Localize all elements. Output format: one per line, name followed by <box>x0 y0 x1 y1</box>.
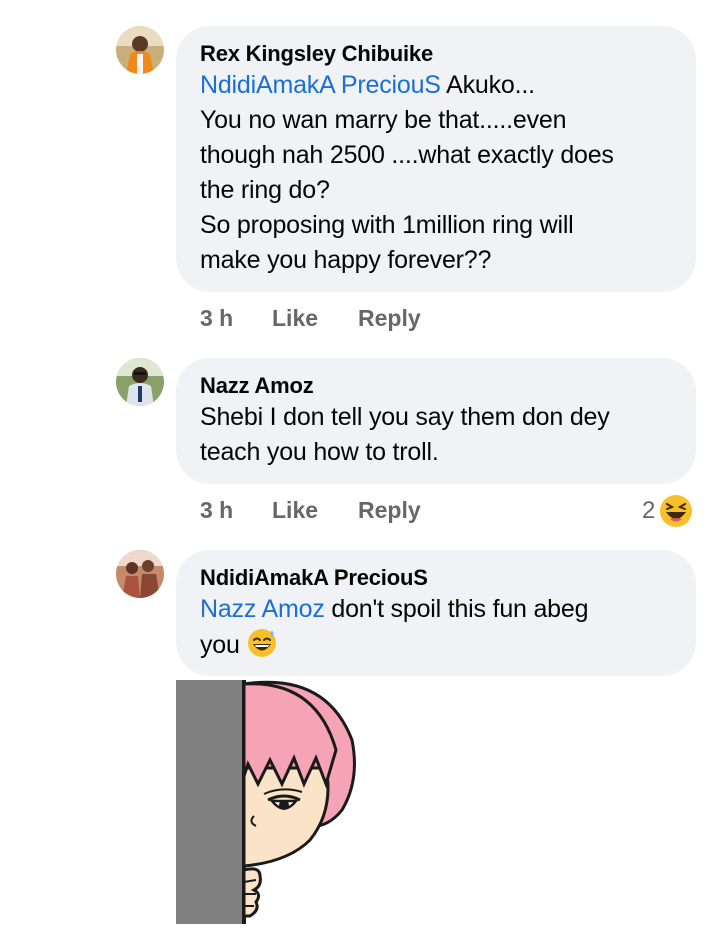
avatar-nazz[interactable] <box>116 358 164 406</box>
like-button[interactable]: Like <box>272 497 358 524</box>
like-button[interactable]: Like <box>272 305 358 332</box>
comment-line: You no wan marry be that.....even <box>200 106 567 134</box>
comment-line: though nah 2500 ....what exactly does <box>200 141 614 169</box>
reply-button[interactable]: Reply <box>358 305 421 332</box>
comment-actions: 3 h Like Reply <box>200 305 421 332</box>
avatar-ndidi[interactable] <box>116 550 164 598</box>
mention-link[interactable]: Nazz Amoz <box>200 595 325 623</box>
sweat-smile-emoji-icon <box>248 629 277 657</box>
reaction-summary[interactable]: 2 <box>642 494 693 528</box>
mention-link[interactable]: NdidiAmakA PreciouS <box>200 71 441 99</box>
comment-line: Shebi I don tell you say them don dey <box>200 403 610 431</box>
comment-timestamp[interactable]: 3 h <box>200 305 272 332</box>
sticker-peeking-girl[interactable] <box>176 680 366 924</box>
comment-line: the ring do? <box>200 176 330 204</box>
comment-line: you <box>200 631 240 659</box>
laughing-emoji-icon <box>660 495 693 527</box>
comment-text-segment: Akuko... <box>440 71 535 99</box>
comment-bubble-2: Nazz Amoz Shebi I don tell you say them … <box>176 358 696 484</box>
avatar-rex[interactable] <box>116 26 164 74</box>
comment-bubble-1: Rex Kingsley Chibuike NdidiAmakA Preciou… <box>176 26 696 292</box>
comment-actions: 3 h Like Reply <box>200 497 421 524</box>
comment-author[interactable]: Nazz Amoz <box>200 372 672 400</box>
comment-timestamp[interactable]: 3 h <box>200 497 272 524</box>
comment-author[interactable]: NdidiAmakA PreciouS <box>200 564 672 592</box>
comment-text-segment: don't spoil this fun abeg <box>324 595 589 623</box>
comment-line: make you happy forever?? <box>200 246 492 274</box>
comment-line: teach you how to troll. <box>200 438 439 466</box>
comment-text: Nazz Amoz don't spoil this fun abeg you <box>200 592 672 663</box>
comment-author[interactable]: Rex Kingsley Chibuike <box>200 40 672 68</box>
comment-bubble-3: NdidiAmakA PreciouS Nazz Amoz don't spoi… <box>176 550 696 676</box>
comment-text: NdidiAmakA PreciouS Akuko... You no wan … <box>200 68 672 278</box>
comment-text: Shebi I don tell you say them don dey te… <box>200 400 672 470</box>
reply-button[interactable]: Reply <box>358 497 421 524</box>
reaction-count: 2 <box>642 497 656 524</box>
comment-line: So proposing with 1million ring will <box>200 211 574 239</box>
